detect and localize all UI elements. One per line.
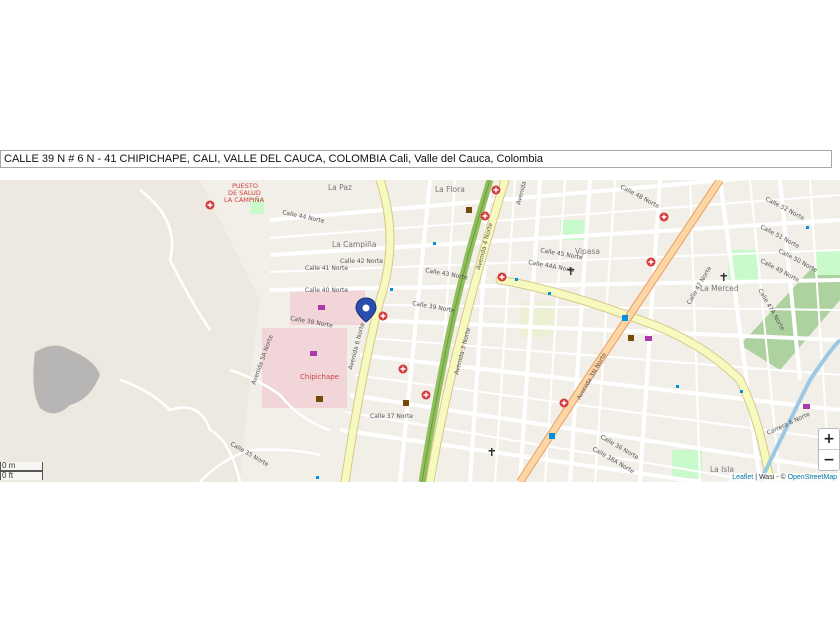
park — [815, 250, 840, 275]
place-label: Chipichape — [300, 373, 339, 381]
park — [672, 450, 702, 478]
leaflet-link[interactable]: Leaflet — [732, 474, 753, 481]
attribution-text: | Wasi - © — [753, 474, 788, 481]
scale-feet: 0 ft — [0, 471, 43, 480]
zoom-out-button[interactable]: − — [819, 449, 839, 470]
street-label: Calle 40 Norte — [305, 287, 348, 294]
place-label: Vipasa — [575, 247, 600, 256]
poi-label: LA CAMPIÑA — [224, 195, 265, 204]
place-label: La Flora — [435, 185, 465, 194]
street-label: Calle 41 Norte — [305, 265, 348, 272]
place-label: La Paz — [328, 183, 352, 192]
rural-area — [0, 180, 260, 482]
place-label: La Merced — [700, 284, 739, 293]
place-label: La Campiña — [332, 240, 377, 249]
openstreetmap-link[interactable]: OpenStreetMap — [788, 474, 837, 481]
scale-bar: 0 m 0 ft — [0, 462, 43, 480]
map-attribution: Leaflet | Wasi - © OpenStreetMap — [729, 473, 840, 482]
zoom-control: + − — [818, 428, 840, 471]
map-view[interactable]: Calle 44 Norte Calle 42 Norte Calle 41 N… — [0, 180, 840, 482]
scale-meters: 0 m — [0, 462, 43, 471]
street-label: Calle 42 Norte — [340, 258, 383, 265]
address-field[interactable]: CALLE 39 N # 6 N - 41 CHIPICHAPE, CALI, … — [0, 150, 832, 168]
zoom-in-button[interactable]: + — [819, 429, 839, 449]
street-label: Calle 37 Norte — [370, 413, 413, 420]
mall-area — [262, 328, 347, 408]
map-tiles: Calle 44 Norte Calle 42 Norte Calle 41 N… — [0, 180, 840, 482]
